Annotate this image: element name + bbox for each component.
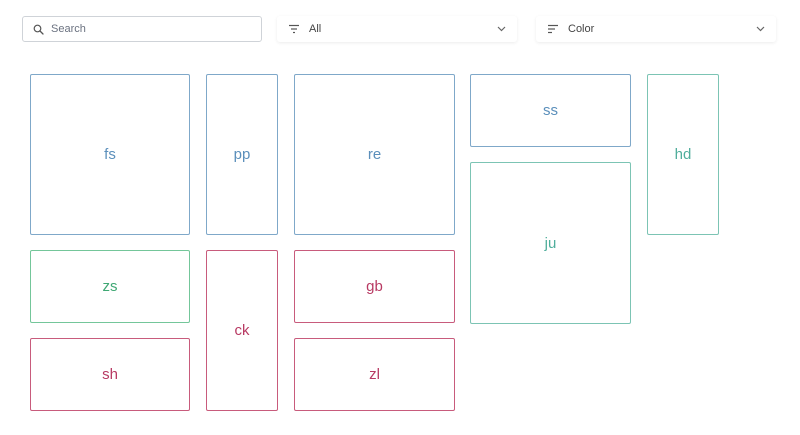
tile-re[interactable]: re — [294, 74, 455, 235]
tile-ss[interactable]: ss — [470, 74, 631, 147]
tile-ju[interactable]: ju — [470, 162, 631, 324]
tile-sh[interactable]: sh — [30, 338, 190, 411]
tile-gb[interactable]: gb — [294, 250, 455, 323]
tile-zs[interactable]: zs — [30, 250, 190, 323]
tile-hd[interactable]: hd — [647, 74, 719, 235]
tile-pp[interactable]: pp — [206, 74, 278, 235]
tile-zl[interactable]: zl — [294, 338, 455, 411]
tile-fs[interactable]: fs — [30, 74, 190, 235]
tile-grid: fs pp re ss hd ju zs ck gb sh zl — [0, 0, 800, 435]
tile-ck[interactable]: ck — [206, 250, 278, 411]
